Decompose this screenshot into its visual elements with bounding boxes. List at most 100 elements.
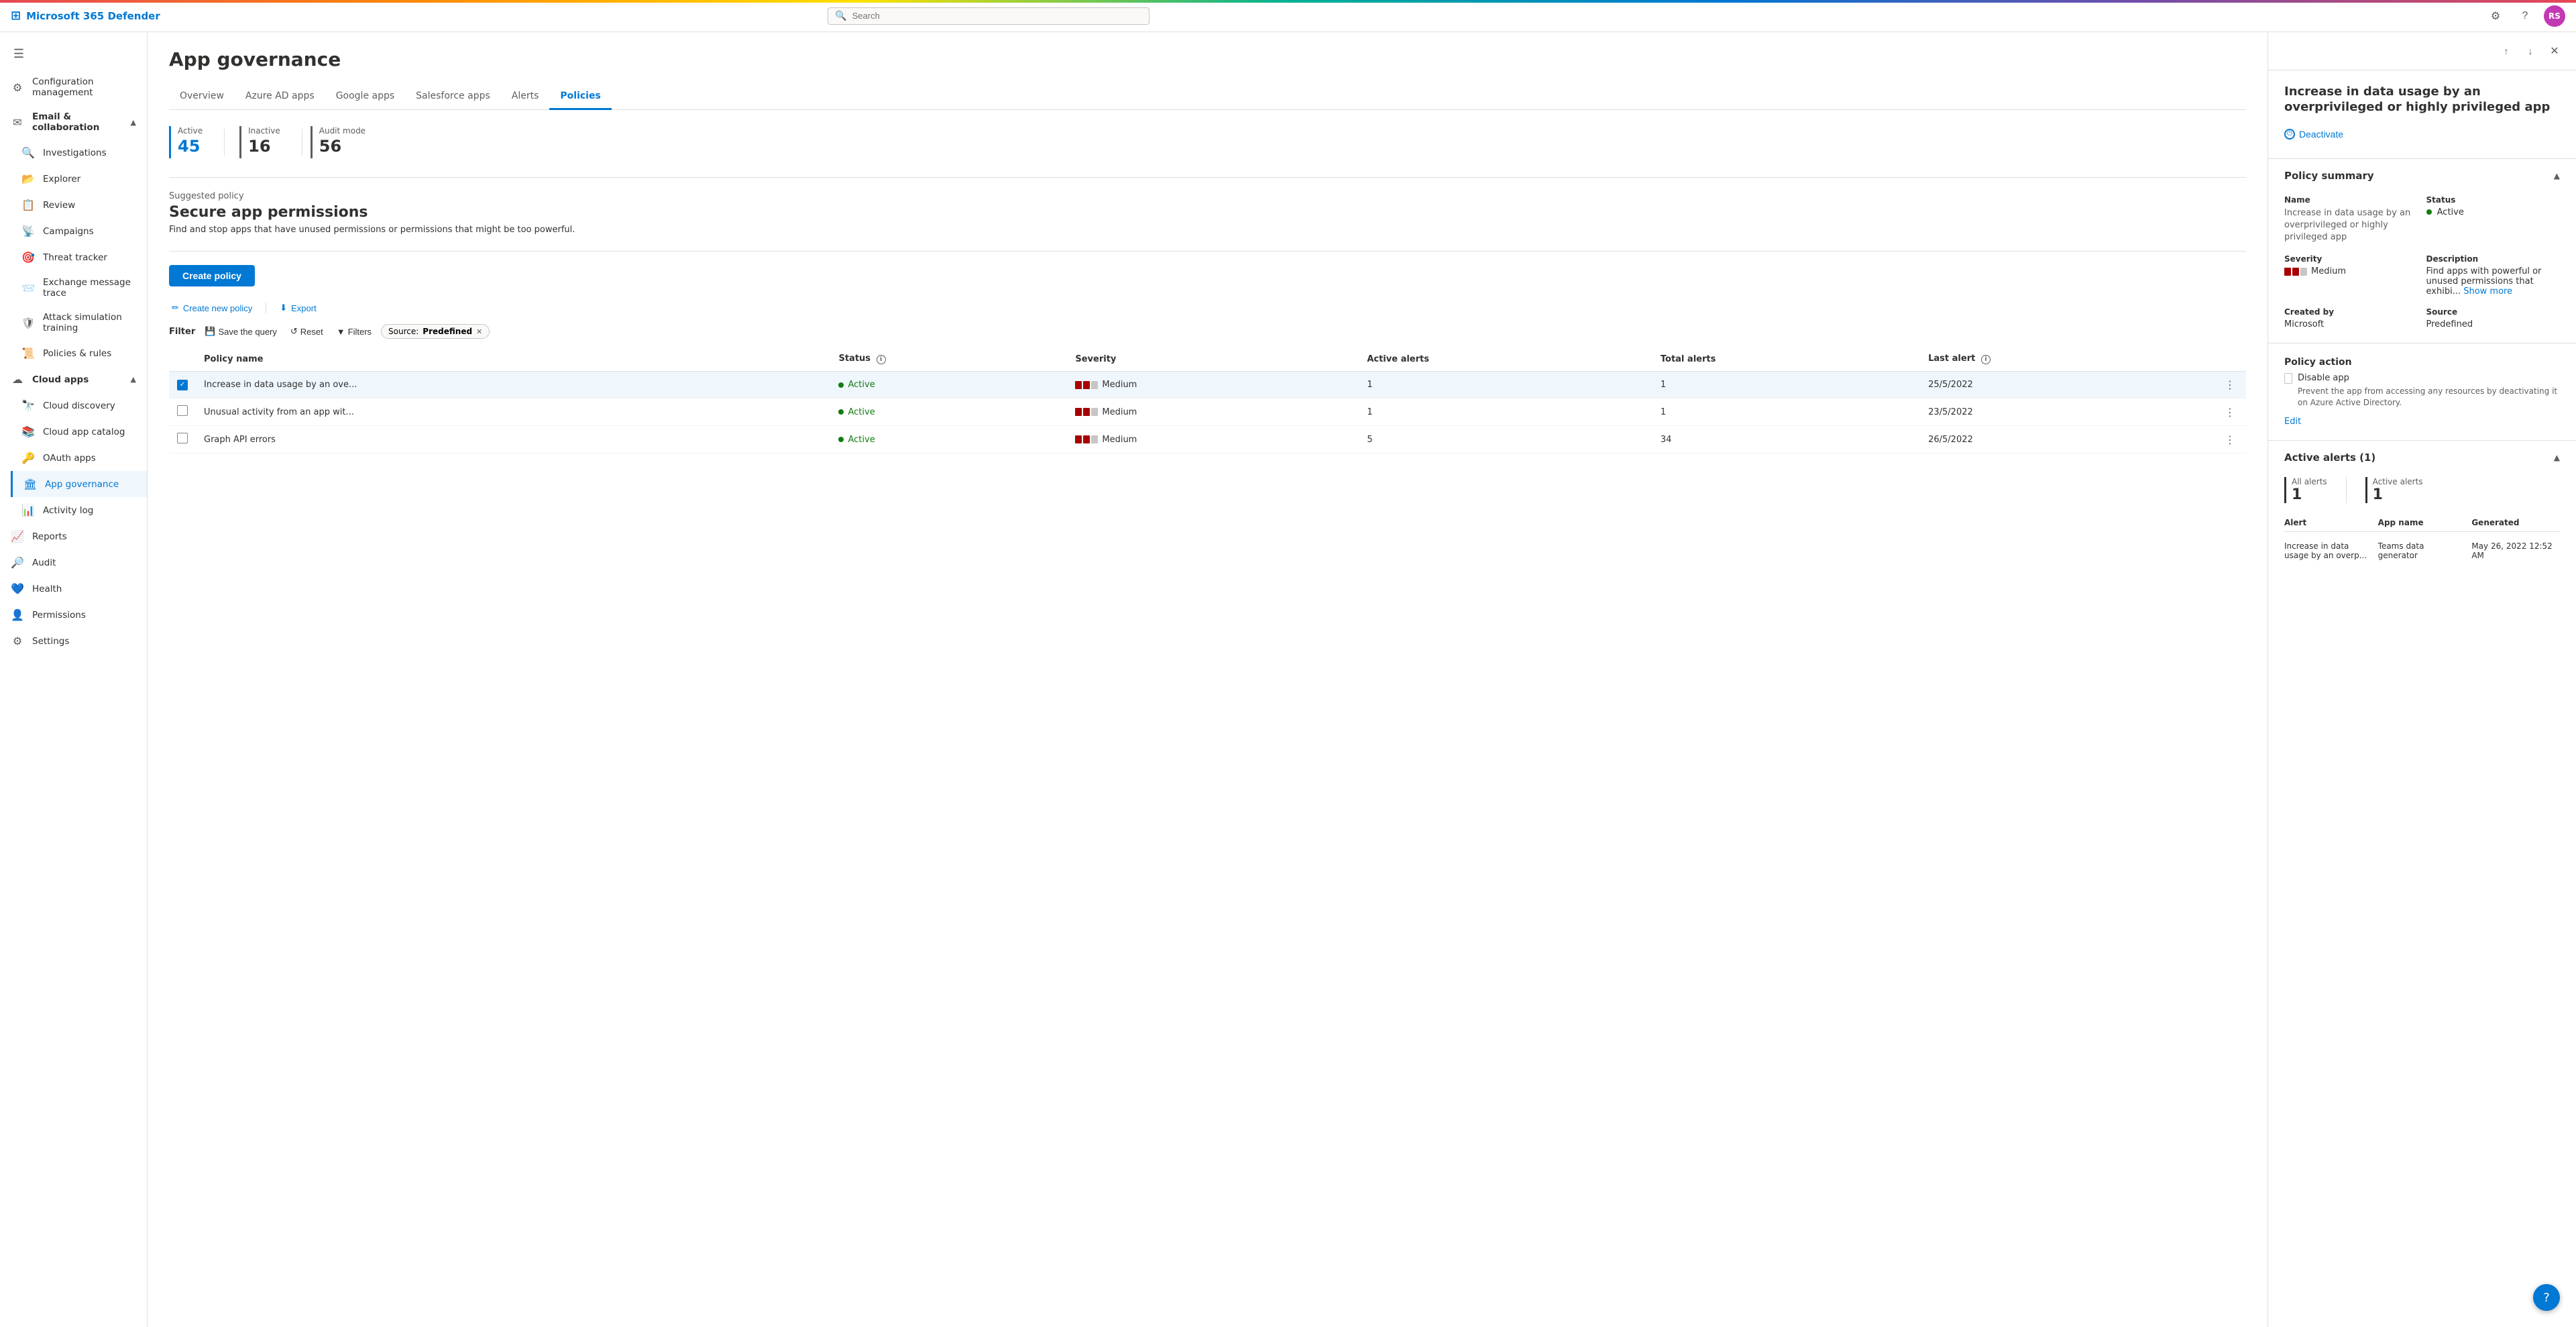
sidebar-item-cloud-discovery[interactable]: 🔭 Cloud discovery — [11, 392, 147, 419]
all-alerts-value: 1 — [2292, 486, 2327, 503]
create-policy-button[interactable]: Create policy — [169, 265, 255, 286]
sidebar-item-cloud-app-catalog[interactable]: 📚 Cloud app catalog — [11, 419, 147, 445]
search-icon: 🔍 — [835, 11, 846, 21]
create-new-policy-btn[interactable]: ✏ Create new policy — [169, 300, 255, 316]
sidebar-item-app-governance[interactable]: 🏛 App governance — [11, 471, 147, 497]
help-icon-btn[interactable]: ? — [2514, 5, 2536, 27]
more-options-icon[interactable]: ⋮ — [2222, 403, 2238, 421]
source-predefined-chip[interactable]: Source: Predefined ✕ — [381, 324, 490, 339]
sidebar-item-policies-rules[interactable]: 📜 Policies & rules — [11, 340, 147, 366]
alerts-stat-divider — [2346, 477, 2347, 503]
show-more-link[interactable]: Show more — [2463, 286, 2512, 297]
sidebar-item-label: App governance — [45, 479, 136, 490]
sidebar-item-campaigns[interactable]: 📡 Campaigns — [11, 218, 147, 244]
alerts-table-row[interactable]: Increase in data usage by an overp... Te… — [2284, 537, 2560, 564]
sidebar-item-label: Audit — [32, 558, 136, 568]
row-policy-name[interactable]: Unusual activity from an app wit... — [196, 399, 830, 426]
search-input[interactable] — [852, 11, 1143, 21]
settings-icon-btn[interactable]: ⚙ — [2485, 5, 2506, 27]
row-checkbox-cell[interactable]: ✓ — [169, 372, 196, 399]
th-policy-name[interactable]: Policy name — [196, 347, 830, 372]
last-alert-info-icon[interactable]: i — [1981, 355, 1991, 364]
policies-icon: 📜 — [21, 347, 35, 360]
deactivate-button[interactable]: ⏻ Deactivate — [2284, 126, 2343, 142]
policy-summary-section-header[interactable]: Policy summary ▲ — [2268, 164, 2576, 187]
tab-policies[interactable]: Policies — [549, 84, 611, 110]
row-actions-btn[interactable]: ⋮ — [2214, 399, 2246, 426]
row-status: Active — [830, 372, 1067, 399]
row-actions-btn[interactable]: ⋮ — [2214, 372, 2246, 399]
row-checkbox[interactable] — [177, 405, 188, 416]
th-last-alert[interactable]: Last alert i — [1920, 347, 2214, 372]
tab-alerts[interactable]: Alerts — [501, 84, 550, 110]
topbar-search[interactable]: 🔍 — [828, 7, 1150, 25]
panel-close-btn[interactable]: ✕ — [2544, 40, 2565, 62]
tab-overview[interactable]: Overview — [169, 84, 235, 110]
sidebar-item-investigations[interactable]: 🔍 Investigations — [11, 140, 147, 166]
sidebar-item-attack-simulation[interactable]: 🛡 Attack simulation training — [11, 305, 147, 340]
save-query-btn[interactable]: 💾 Save the query — [201, 325, 281, 338]
row-checkbox[interactable]: ✓ — [177, 380, 188, 390]
severity-bar-grey — [1091, 435, 1098, 443]
more-options-icon[interactable]: ⋮ — [2222, 431, 2238, 449]
sidebar-item-health[interactable]: 💙 Health — [0, 576, 147, 602]
sidebar-item-exchange-message-trace[interactable]: 📨 Exchange message trace — [11, 270, 147, 305]
sidebar-item-oauth-apps[interactable]: 🔑 OAuth apps — [11, 445, 147, 471]
row-policy-name[interactable]: Graph API errors — [196, 426, 830, 454]
tab-salesforce-apps[interactable]: Salesforce apps — [405, 84, 501, 110]
sidebar-item-label: Investigations — [43, 148, 136, 158]
tabs-bar: Overview Azure AD apps Google apps Sales… — [169, 84, 2246, 110]
sidebar-section-email-collaboration[interactable]: ✉ Email & collaboration ▲ — [0, 105, 147, 140]
row-actions-btn[interactable]: ⋮ — [2214, 426, 2246, 454]
th-status[interactable]: Status i — [830, 347, 1067, 372]
tab-azure-ad-apps[interactable]: Azure AD apps — [235, 84, 325, 110]
desc-field-label: Description — [2426, 254, 2561, 264]
table-row[interactable]: Graph API errors Active — [169, 426, 2246, 454]
severity-field-label: Severity — [2284, 254, 2418, 264]
sidebar-item-configuration-management[interactable]: ⚙ Configuration management — [0, 70, 147, 105]
sidebar-item-reports[interactable]: 📈 Reports — [0, 523, 147, 549]
sidebar-item-explorer[interactable]: 📂 Explorer — [11, 166, 147, 192]
help-button[interactable]: ? — [2533, 1284, 2560, 1311]
sidebar-item-audit[interactable]: 🔎 Audit — [0, 549, 147, 576]
table-row[interactable]: ✓ Increase in data usage by an ove... Ac… — [169, 372, 2246, 399]
alerts-section: All alerts 1 Active alerts 1 Alert App n… — [2268, 469, 2576, 572]
alerts-table-header: Alert App name Generated — [2284, 514, 2560, 532]
sidebar-item-review[interactable]: 📋 Review — [11, 192, 147, 218]
sidebar-item-settings[interactable]: ⚙ Settings — [0, 628, 147, 654]
table-row[interactable]: Unusual activity from an app wit... Acti… — [169, 399, 2246, 426]
panel-nav-down-btn[interactable]: ↓ — [2520, 40, 2541, 62]
filters-btn[interactable]: ▼ Filters — [333, 325, 376, 338]
more-options-icon[interactable]: ⋮ — [2222, 376, 2238, 394]
row-checkbox-cell[interactable] — [169, 399, 196, 426]
panel-nav-up-btn[interactable]: ↑ — [2496, 40, 2517, 62]
row-total-alerts: 1 — [1653, 399, 1920, 426]
sidebar-item-permissions[interactable]: 👤 Permissions — [0, 602, 147, 628]
export-btn[interactable]: ⬇ Export — [277, 300, 319, 316]
sidebar-item-threat-tracker[interactable]: 🎯 Threat tracker — [11, 244, 147, 270]
chip-remove-icon[interactable]: ✕ — [476, 327, 482, 336]
avatar[interactable]: RS — [2544, 5, 2565, 27]
email-collab-icon: ✉ — [11, 116, 24, 129]
attack-sim-icon: 🛡 — [21, 317, 35, 329]
disable-app-checkbox[interactable] — [2284, 373, 2292, 384]
filter-label: Filter — [169, 327, 195, 337]
status-info-icon[interactable]: i — [877, 355, 886, 364]
alert-col-alert: Alert — [2284, 518, 2373, 527]
th-active-alerts[interactable]: Active alerts — [1359, 347, 1653, 372]
tab-google-apps[interactable]: Google apps — [325, 84, 405, 110]
sidebar-toggle-btn[interactable]: ☰ — [5, 40, 32, 67]
sidebar-item-activity-log[interactable]: 📊 Activity log — [11, 497, 147, 523]
sidebar-section-cloud-apps[interactable]: ☁ Cloud apps ▲ — [0, 366, 147, 392]
sidebar-item-label: Review — [43, 200, 136, 211]
row-checkbox[interactable] — [177, 433, 188, 443]
row-checkbox-cell[interactable] — [169, 426, 196, 454]
active-alerts-section-header[interactable]: Active alerts (1) ▲ — [2268, 446, 2576, 469]
row-policy-name[interactable]: Increase in data usage by an ove... — [196, 372, 830, 399]
disable-app-row: Disable app Prevent the app from accessi… — [2284, 373, 2560, 409]
reset-btn[interactable]: ↺ Reset — [286, 325, 327, 338]
th-severity[interactable]: Severity — [1067, 347, 1359, 372]
created-by-value: Microsoft — [2284, 319, 2418, 329]
edit-link[interactable]: Edit — [2284, 417, 2301, 427]
th-total-alerts[interactable]: Total alerts — [1653, 347, 1920, 372]
